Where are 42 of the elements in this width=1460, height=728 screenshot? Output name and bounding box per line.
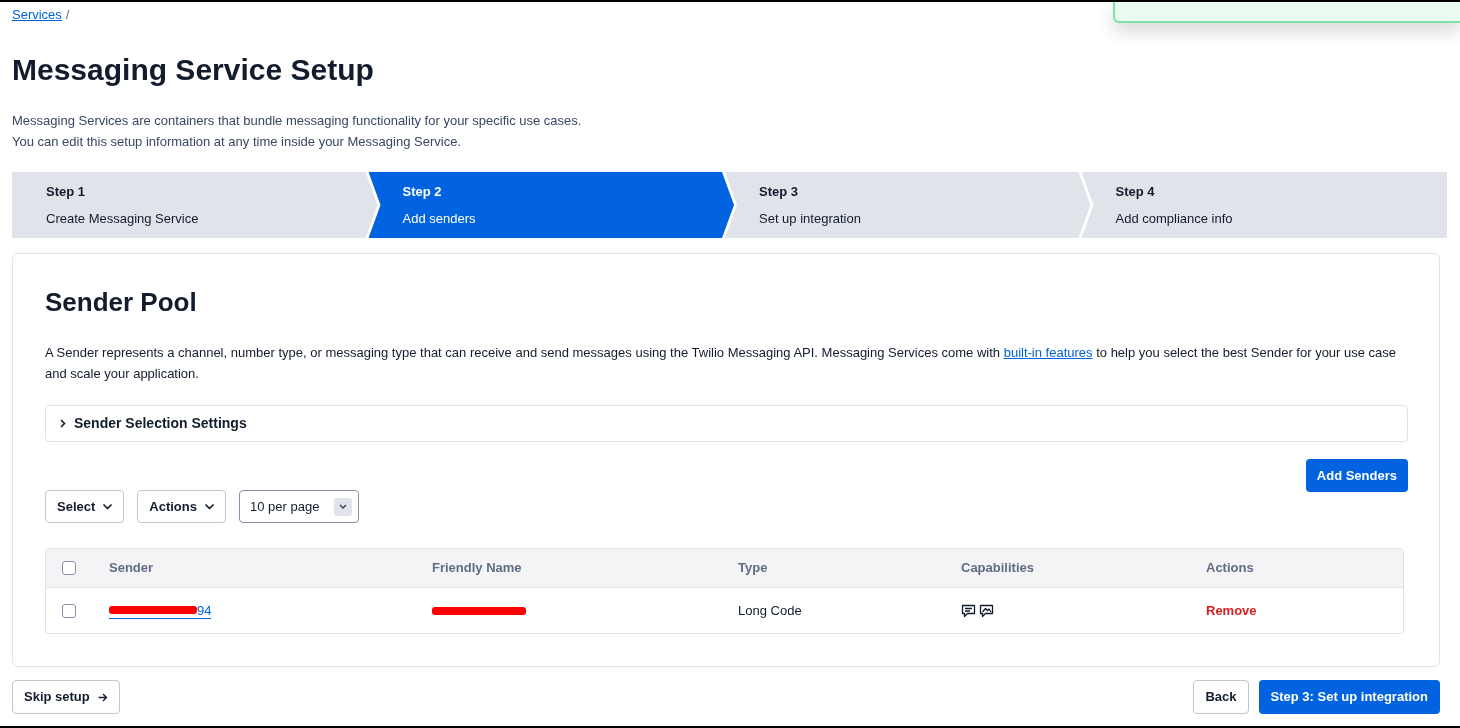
step-number: Step 4 [1115,183,1155,200]
step-title: Add compliance info [1115,210,1233,227]
step-title: Create Messaging Service [46,210,199,227]
text-message-icon [961,603,976,618]
chevron-icon [60,419,66,428]
intro-paragraph: A Sender represents a channel, number type, or messaging type that can receive and send messages using the Twilio Messaging API. Messaging Services come with built-in features to help you select the best Sender for your use case and scale your application. [45,344,1398,383]
sender-selection-accordion[interactable]: Sender Selection Settings [45,405,1408,442]
step-number: Step 3 [759,183,798,200]
step-title: Add senders [402,210,476,227]
sender-link[interactable]: 94 [109,602,212,619]
breadcrumb-separator: / [65,7,70,23]
description-text: Messaging Services are containers that bundle messaging functionality for your specific use cases. [12,112,582,130]
next-step-button[interactable]: Step 3: Set up integration [1258,680,1440,714]
page-title: Messaging Service Setup [12,52,374,88]
arrow-right-icon [97,692,108,702]
image-message-icon [979,603,994,618]
caret-icon [103,503,113,510]
column-header: Capabilities [961,559,1034,578]
step-number: Step 2 [402,183,442,200]
select-value: 10 per page [250,497,320,516]
add-senders-button[interactable]: Add Senders [1305,459,1408,492]
section-title: Sender Pool [45,286,197,318]
checkbox[interactable] [62,603,76,618]
caret-box-icon [334,497,352,516]
built-in-features-link[interactable]: built-in features [1003,345,1093,360]
step-number: Step 1 [46,183,85,200]
column-header: Sender [109,559,154,578]
caret-icon [205,503,214,510]
breadcrumb-link[interactable]: Services [12,7,62,23]
per-page-select[interactable]: 10 per page [239,490,359,523]
table-cell-text: Long Code [738,601,802,620]
column-header: Friendly Name [432,559,522,578]
column-header: Type [738,559,768,578]
remove-link[interactable]: Remove [1206,600,1257,621]
description-text: You can edit this setup information at any time inside your Messaging Service. [12,133,461,151]
back-button[interactable]: Back [1193,680,1249,714]
dropdown-button[interactable]: Select [45,490,125,523]
dropdown-button[interactable]: Actions [137,490,226,523]
column-header: Actions [1206,559,1254,578]
checkbox[interactable] [62,561,76,575]
step-title: Set up integration [759,210,861,227]
skip-setup-button[interactable]: Skip setup [12,680,120,714]
